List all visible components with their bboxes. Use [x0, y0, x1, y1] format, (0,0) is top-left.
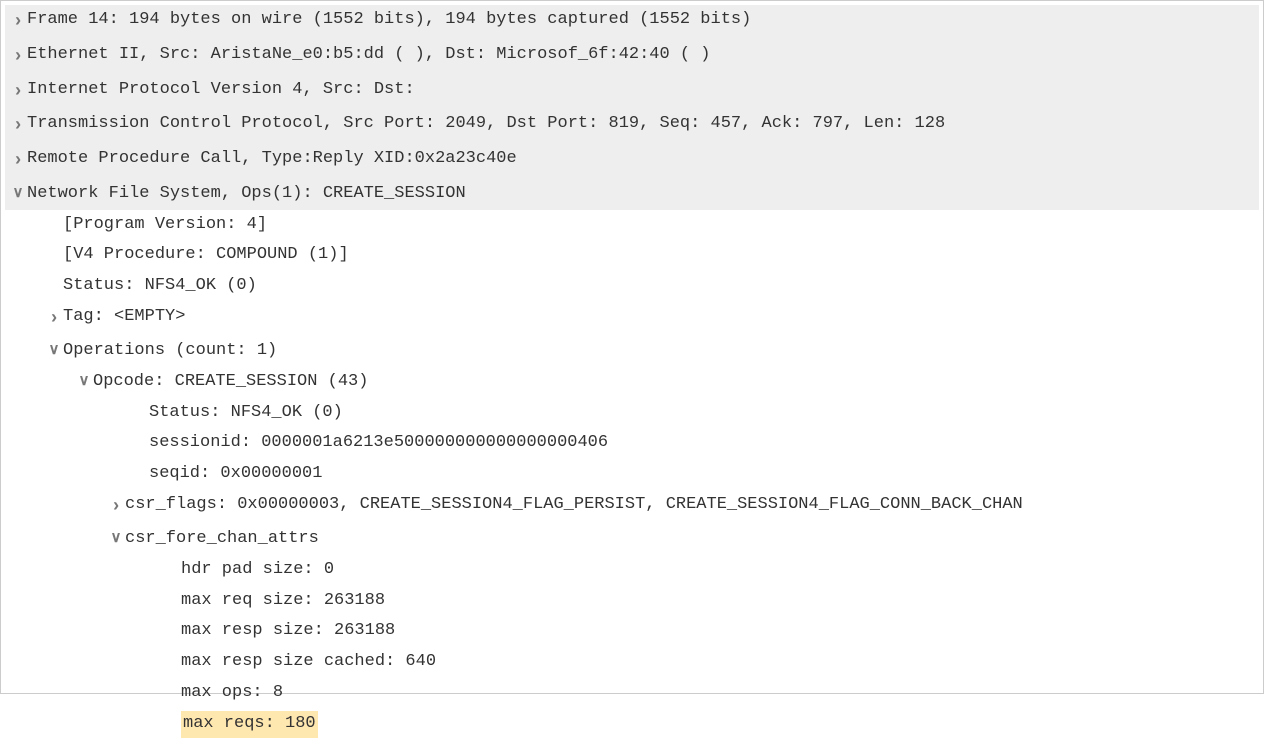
row-text: max resp size cached: 640	[181, 650, 436, 675]
tree-row-opcode[interactable]: Opcode: CREATE_SESSION (43)	[5, 367, 1259, 398]
caret-icon[interactable]	[9, 147, 27, 176]
row-text: Frame 14: 194 bytes on wire (1552 bits),…	[27, 8, 751, 33]
tree-row-status[interactable]: Status: NFS4_OK (0)	[5, 271, 1259, 302]
row-text: Status: NFS4_OK (0)	[63, 274, 257, 299]
row-text: Internet Protocol Version 4, Src: Dst:	[27, 78, 415, 103]
tree-row-max-resp-size-cached[interactable]: max resp size cached: 640	[5, 647, 1259, 678]
row-text: Ethernet II, Src: AristaNe_e0:b5:dd ( ),…	[27, 43, 711, 68]
row-text: csr_fore_chan_attrs	[125, 527, 319, 552]
tree-row-v4-procedure[interactable]: [V4 Procedure: COMPOUND (1)]	[5, 240, 1259, 271]
tree-row-csr-fore-chan[interactable]: csr_fore_chan_attrs	[5, 524, 1259, 555]
row-text: Operations (count: 1)	[63, 339, 277, 364]
row-text: Remote Procedure Call, Type:Reply XID:0x…	[27, 147, 517, 172]
row-text: max req size: 263188	[181, 589, 385, 614]
row-text-highlighted: max reqs: 180	[181, 711, 318, 738]
tree-row-hdr-pad[interactable]: hdr pad size: 0	[5, 555, 1259, 586]
row-text: Tag: <EMPTY>	[63, 305, 185, 330]
row-text: Network File System, Ops(1): CREATE_SESS…	[27, 182, 466, 207]
tree-row-frame[interactable]: Frame 14: 194 bytes on wire (1552 bits),…	[5, 5, 1259, 40]
row-text: sessionid: 0000001a6213e5000000000000000…	[149, 431, 608, 456]
tree-row-sessionid[interactable]: sessionid: 0000001a6213e5000000000000000…	[5, 428, 1259, 459]
tree-row-program-version[interactable]: [Program Version: 4]	[5, 210, 1259, 241]
row-text: max ops: 8	[181, 681, 283, 706]
row-text: csr_flags: 0x00000003, CREATE_SESSION4_F…	[125, 493, 1023, 518]
caret-icon[interactable]	[75, 370, 93, 394]
row-text: [Program Version: 4]	[63, 213, 267, 238]
row-text: Transmission Control Protocol, Src Port:…	[27, 112, 945, 137]
row-text: Status: NFS4_OK (0)	[149, 401, 343, 426]
caret-icon[interactable]	[45, 305, 63, 334]
caret-icon[interactable]	[9, 43, 27, 72]
tree-row-max-req-size[interactable]: max req size: 263188	[5, 586, 1259, 617]
caret-icon[interactable]	[9, 112, 27, 141]
row-text: seqid: 0x00000001	[149, 462, 322, 487]
caret-icon[interactable]	[45, 339, 63, 363]
tree-row-csr-flags[interactable]: csr_flags: 0x00000003, CREATE_SESSION4_F…	[5, 490, 1259, 525]
tree-row-ethernet[interactable]: Ethernet II, Src: AristaNe_e0:b5:dd ( ),…	[5, 40, 1259, 75]
caret-icon[interactable]	[9, 182, 27, 206]
caret-icon[interactable]	[9, 8, 27, 37]
row-text: hdr pad size: 0	[181, 558, 334, 583]
tree-row-operations[interactable]: Operations (count: 1)	[5, 336, 1259, 367]
row-text: Opcode: CREATE_SESSION (43)	[93, 370, 368, 395]
tree-row-tag[interactable]: Tag: <EMPTY>	[5, 302, 1259, 337]
tree-row-nfs[interactable]: Network File System, Ops(1): CREATE_SESS…	[5, 179, 1259, 210]
tree-row-max-resp-size[interactable]: max resp size: 263188	[5, 616, 1259, 647]
tree-row-ip[interactable]: Internet Protocol Version 4, Src: Dst:	[5, 75, 1259, 110]
tree-row-rpc[interactable]: Remote Procedure Call, Type:Reply XID:0x…	[5, 144, 1259, 179]
tree-row-tcp[interactable]: Transmission Control Protocol, Src Port:…	[5, 109, 1259, 144]
tree-row-op-status[interactable]: Status: NFS4_OK (0)	[5, 398, 1259, 429]
row-text: max resp size: 263188	[181, 619, 395, 644]
caret-icon[interactable]	[107, 493, 125, 522]
tree-row-max-ops[interactable]: max ops: 8	[5, 678, 1259, 709]
caret-icon[interactable]	[107, 527, 125, 551]
row-text: [V4 Procedure: COMPOUND (1)]	[63, 243, 349, 268]
tree-row-seqid[interactable]: seqid: 0x00000001	[5, 459, 1259, 490]
tree-row-max-reqs[interactable]: max reqs: 180	[5, 708, 1259, 741]
caret-icon[interactable]	[9, 78, 27, 107]
